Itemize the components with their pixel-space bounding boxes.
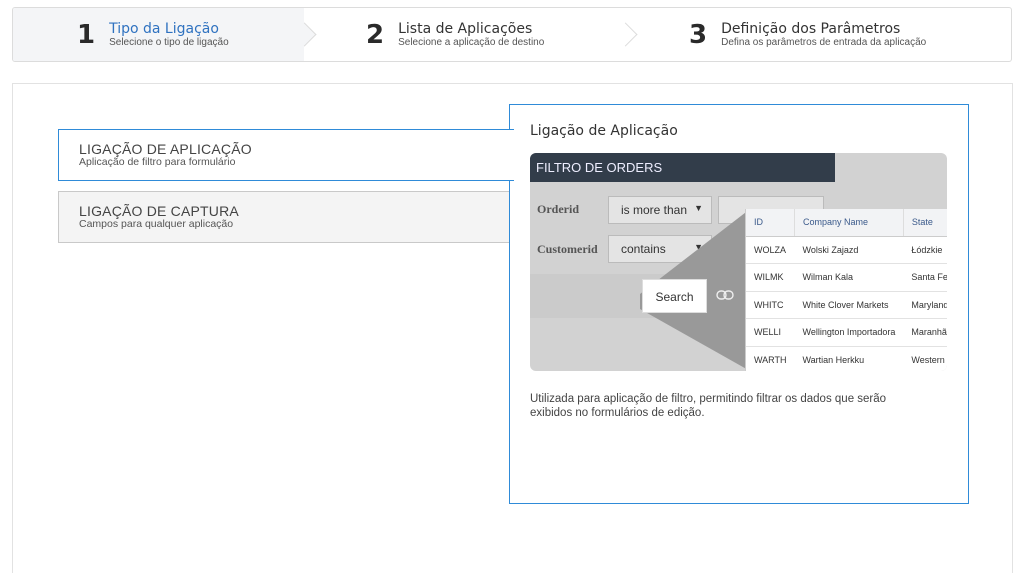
option-ligacao-de-captura[interactable]: LIGAÇÃO DE CAPTURA Campos para qualquer … (58, 191, 514, 243)
step-number: 1 (77, 19, 96, 50)
step-1-tipo-da-ligacao[interactable]: 1 Tipo da Ligação Selecione o tipo de li… (13, 8, 317, 61)
step-title: Lista de Aplicações (398, 20, 533, 37)
table-row: WELLI Wellington Importadora Maranhão (746, 318, 947, 347)
step-3-definicao-dos-parametros[interactable]: 3 Definição dos Parâmetros Defina os par… (625, 8, 1011, 61)
cell-id: WELLI (746, 318, 795, 347)
column-header-company-name: Company Name (794, 209, 904, 237)
step-title: Tipo da Ligação (109, 20, 219, 37)
cell-company: Wolski Zajazd (794, 236, 904, 264)
cell-company: White Clover Markets (794, 291, 904, 319)
table-header-row: ID Company Name State (746, 209, 947, 237)
cell-id: WARTH (746, 346, 795, 371)
cell-state: Łódzkie (903, 236, 947, 264)
preview-header: FILTRO DE ORDERS (530, 153, 835, 182)
cell-state: Maranhão (903, 318, 947, 347)
cell-state: Maryland (903, 291, 947, 319)
table-row: WHITC White Clover Markets Maryland (746, 291, 947, 319)
detail-panel: Ligação de Aplicação FILTRO DE ORDERS Or… (509, 104, 969, 504)
option-name: LIGAÇÃO DE APLICAÇÃO (79, 141, 252, 157)
step-number: 3 (689, 19, 708, 50)
cell-id: WOLZA (746, 236, 795, 264)
cell-state: Santa Fe (903, 263, 947, 292)
preview-search-button: Search (642, 279, 707, 313)
cell-company: Wilman Kala (794, 263, 904, 292)
column-header-state: State (903, 209, 947, 237)
step-title: Definição dos Parâmetros (721, 20, 901, 37)
cell-company: Wartian Herkku (794, 346, 904, 371)
table-row: WOLZA Wolski Zajazd Łódzkie (746, 236, 947, 264)
option-description: Aplicação de filtro para formulário (79, 155, 236, 168)
cell-company: Wellington Importadora (794, 318, 904, 347)
cell-state: Western (903, 346, 947, 371)
step-subtitle: Selecione a aplicação de destino (398, 36, 545, 48)
table-row: WILMK Wilman Kala Santa Fe (746, 263, 947, 292)
preview-table: ID Company Name State WOLZA Wolski Zajaz… (745, 209, 947, 371)
panel-description: Utilizada para aplicação de filtro, perm… (530, 393, 887, 420)
option-description: Campos para qualquer aplicação (79, 217, 234, 230)
step-subtitle: Defina os parâmetros de entrada da aplic… (721, 36, 927, 48)
column-header-id: ID (746, 209, 795, 237)
preview-label-orderid: Orderid (537, 202, 579, 216)
panel-title: Ligação de Aplicação (530, 123, 678, 139)
wizard-steps: 1 Tipo da Ligação Selecione o tipo de li… (12, 7, 1012, 62)
step-number: 2 (366, 19, 385, 50)
option-ligacao-de-aplicacao[interactable]: LIGAÇÃO DE APLICAÇÃO Aplicação de filtro… (58, 129, 514, 181)
preview-label-customerid: Customerid (537, 242, 598, 256)
step-subtitle: Selecione o tipo de ligação (109, 36, 229, 48)
table-row: WARTH Wartian Herkku Western (746, 346, 947, 371)
preview-image: FILTRO DE ORDERS Orderid is more than ▼ … (530, 153, 947, 371)
link-icon (716, 289, 734, 303)
option-name: LIGAÇÃO DE CAPTURA (79, 203, 239, 219)
cell-id: WHITC (746, 291, 795, 319)
step-2-lista-de-aplicacoes[interactable]: 2 Lista de Aplicações Selecione a aplica… (304, 8, 638, 61)
cell-id: WILMK (746, 263, 795, 292)
content-area: LIGAÇÃO DE APLICAÇÃO Aplicação de filtro… (12, 83, 1013, 573)
